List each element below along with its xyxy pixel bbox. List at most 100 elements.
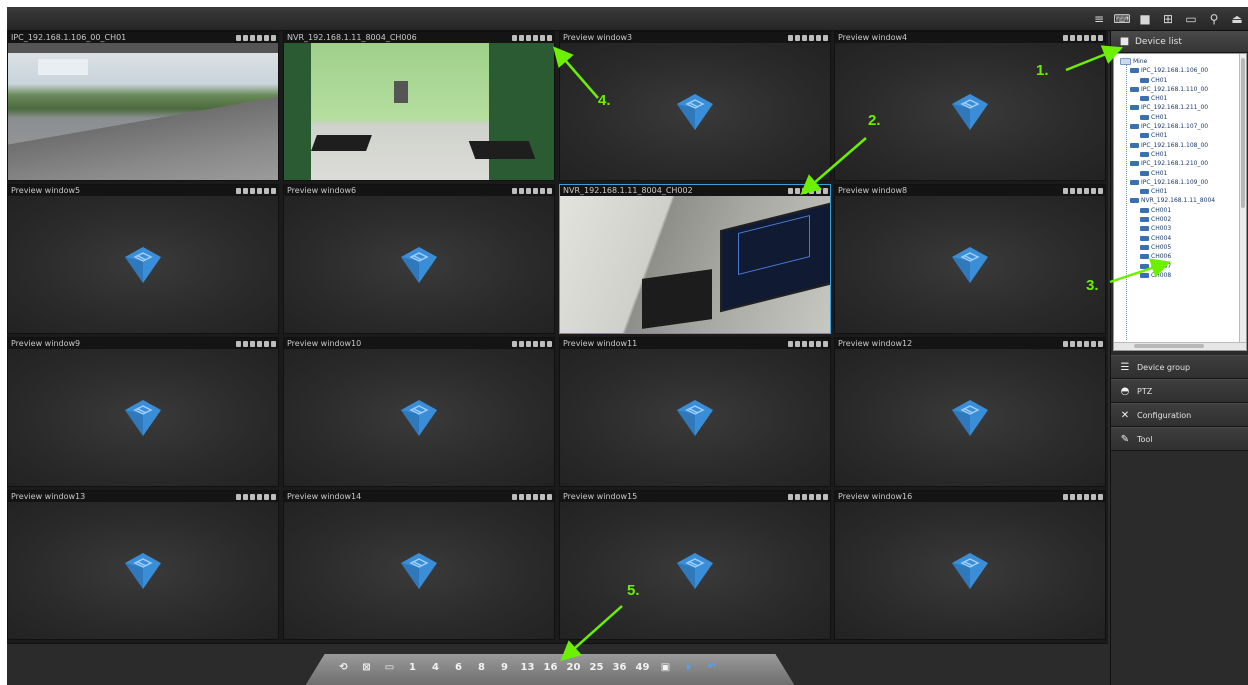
close-icon[interactable] — [547, 187, 552, 194]
tree-channel[interactable]: CH003 — [1114, 224, 1246, 233]
audio-icon[interactable] — [250, 34, 255, 41]
zoom-icon[interactable] — [264, 187, 269, 194]
layout-button[interactable]: ↶ — [702, 657, 721, 677]
close-icon[interactable] — [1098, 34, 1103, 41]
record-icon[interactable] — [519, 187, 524, 194]
record-icon[interactable] — [1070, 187, 1075, 194]
layout-button[interactable]: 4 — [426, 657, 445, 677]
zoom-icon[interactable] — [264, 34, 269, 41]
layout-button[interactable]: 25 — [587, 657, 606, 677]
audio-icon[interactable] — [802, 187, 807, 194]
tree-channel[interactable]: CH006 — [1114, 252, 1246, 261]
tree-channel[interactable]: CH004 — [1114, 234, 1246, 243]
tree-device[interactable]: IPC_192.168.1.109_00 — [1114, 178, 1246, 187]
audio-icon[interactable] — [526, 34, 531, 41]
talk-icon[interactable] — [257, 187, 262, 194]
preview-window[interactable]: Preview window16 — [834, 490, 1106, 640]
preview-window[interactable]: Preview window12 — [834, 337, 1106, 487]
close-icon[interactable] — [823, 34, 828, 41]
preview-window[interactable]: Preview window10 — [283, 337, 555, 487]
close-icon[interactable] — [823, 340, 828, 347]
preview-window[interactable]: Preview window8 — [834, 184, 1106, 334]
tree-device[interactable]: IPC_192.168.1.110_00 — [1114, 85, 1246, 94]
zoom-icon[interactable] — [1091, 493, 1096, 500]
camera-icon[interactable]: ■ — [1134, 7, 1156, 30]
tree-channel[interactable]: CH01 — [1114, 150, 1246, 159]
tree-channel[interactable]: CH01 — [1114, 94, 1246, 103]
snapshot-icon[interactable] — [788, 340, 793, 347]
zoom-icon[interactable] — [540, 187, 545, 194]
close-icon[interactable] — [1098, 187, 1103, 194]
zoom-icon[interactable] — [816, 34, 821, 41]
snapshot-icon[interactable] — [788, 34, 793, 41]
layout-button[interactable]: 1 — [403, 657, 422, 677]
close-icon[interactable] — [547, 34, 552, 41]
record-icon[interactable] — [243, 34, 248, 41]
layout-button[interactable]: 16 — [541, 657, 560, 677]
preview-window[interactable]: NVR_192.168.1.11_8004_CH002 — [559, 184, 831, 334]
close-icon[interactable] — [271, 187, 276, 194]
scroll-thumb[interactable] — [1241, 58, 1245, 208]
tree-device[interactable]: IPC_192.168.1.107_00 — [1114, 122, 1246, 131]
layout-button[interactable]: 8 — [472, 657, 491, 677]
preview-window[interactable]: NVR_192.168.1.11_8004_CH006 — [283, 31, 555, 181]
talk-icon[interactable] — [257, 34, 262, 41]
audio-icon[interactable] — [250, 187, 255, 194]
preview-window[interactable]: Preview window4 — [834, 31, 1106, 181]
layout-button[interactable]: 20 — [564, 657, 583, 677]
talk-icon[interactable] — [533, 493, 538, 500]
layout-button[interactable]: ▭ — [380, 657, 399, 677]
snapshot-icon[interactable] — [236, 340, 241, 347]
preview-window[interactable]: Preview window9 — [7, 337, 279, 487]
zoom-icon[interactable] — [1091, 187, 1096, 194]
scroll-thumb[interactable] — [1134, 344, 1204, 348]
audio-icon[interactable] — [250, 493, 255, 500]
grid-icon[interactable]: ⊞ — [1157, 7, 1179, 30]
panel-button-configuration[interactable]: ✕ Configuration — [1111, 403, 1248, 427]
layout-button[interactable]: 6 — [449, 657, 468, 677]
tree-channel[interactable]: CH005 — [1114, 243, 1246, 252]
close-icon[interactable] — [1098, 493, 1103, 500]
audio-icon[interactable] — [802, 340, 807, 347]
monitor-icon[interactable]: ⌨ — [1111, 7, 1133, 30]
audio-icon[interactable] — [1077, 340, 1082, 347]
snapshot-icon[interactable] — [512, 34, 517, 41]
record-icon[interactable] — [795, 340, 800, 347]
layout-button[interactable]: 49 — [633, 657, 652, 677]
snapshot-icon[interactable] — [236, 493, 241, 500]
zoom-icon[interactable] — [1091, 340, 1096, 347]
layout-button[interactable]: 36 — [610, 657, 629, 677]
audio-icon[interactable] — [526, 493, 531, 500]
snapshot-icon[interactable] — [788, 187, 793, 194]
talk-icon[interactable] — [257, 340, 262, 347]
record-icon[interactable] — [243, 187, 248, 194]
layout-button[interactable]: 9 — [495, 657, 514, 677]
tree-channel[interactable]: CH002 — [1114, 215, 1246, 224]
audio-icon[interactable] — [526, 187, 531, 194]
record-icon[interactable] — [1070, 340, 1075, 347]
snapshot-icon[interactable] — [1063, 34, 1068, 41]
tree-device[interactable]: IPC_192.168.1.108_00 — [1114, 141, 1246, 150]
window-icon[interactable]: ▭ — [1180, 7, 1202, 30]
talk-icon[interactable] — [809, 34, 814, 41]
device-tree[interactable]: Mine IPC_192.168.1.106_00 CH01 IPC_192.168.… — [1113, 53, 1247, 351]
close-icon[interactable] — [547, 340, 552, 347]
record-icon[interactable] — [519, 493, 524, 500]
panel-button-ptz[interactable]: ◓ PTZ — [1111, 379, 1248, 403]
pin-icon[interactable]: ⚲ — [1203, 7, 1225, 30]
zoom-icon[interactable] — [816, 187, 821, 194]
lock-icon[interactable]: ⏏ — [1226, 7, 1248, 30]
zoom-icon[interactable] — [540, 493, 545, 500]
snapshot-icon[interactable] — [512, 340, 517, 347]
close-icon[interactable] — [823, 493, 828, 500]
snapshot-icon[interactable] — [1063, 493, 1068, 500]
tree-channel[interactable]: CH01 — [1114, 113, 1246, 122]
close-icon[interactable] — [271, 340, 276, 347]
snapshot-icon[interactable] — [1063, 187, 1068, 194]
audio-icon[interactable] — [1077, 493, 1082, 500]
preview-window[interactable]: Preview window15 — [559, 490, 831, 640]
zoom-icon[interactable] — [816, 340, 821, 347]
talk-icon[interactable] — [1084, 493, 1089, 500]
zoom-icon[interactable] — [540, 340, 545, 347]
tree-channel[interactable]: CH01 — [1114, 187, 1246, 196]
